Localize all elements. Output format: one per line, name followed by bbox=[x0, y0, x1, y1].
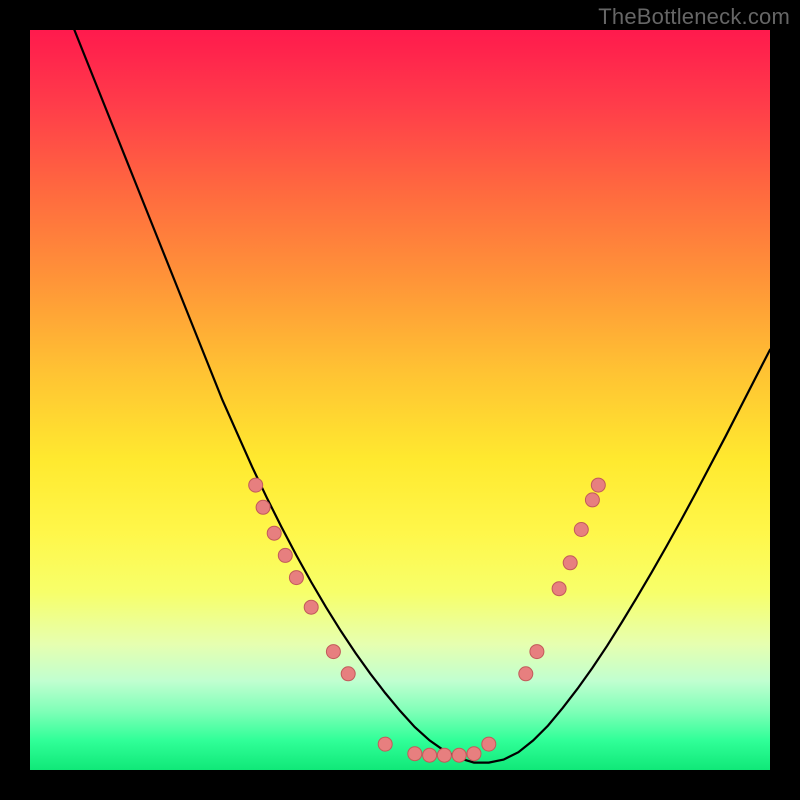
data-point bbox=[585, 493, 599, 507]
data-point bbox=[591, 478, 605, 492]
data-point bbox=[378, 737, 392, 751]
data-point bbox=[341, 667, 355, 681]
data-point bbox=[552, 582, 566, 596]
data-point bbox=[304, 600, 318, 614]
data-point bbox=[467, 747, 481, 761]
data-point bbox=[278, 548, 292, 562]
data-point bbox=[423, 748, 437, 762]
chart-frame: TheBottleneck.com bbox=[0, 0, 800, 800]
data-point bbox=[249, 478, 263, 492]
data-point bbox=[437, 748, 451, 762]
watermark-label: TheBottleneck.com bbox=[598, 4, 790, 30]
data-point bbox=[289, 571, 303, 585]
data-point bbox=[326, 645, 340, 659]
data-point bbox=[574, 523, 588, 537]
bottleneck-curve bbox=[74, 30, 770, 763]
data-point bbox=[519, 667, 533, 681]
data-point bbox=[408, 747, 422, 761]
data-point bbox=[256, 500, 270, 514]
data-point bbox=[482, 737, 496, 751]
data-point bbox=[563, 556, 577, 570]
data-point bbox=[530, 645, 544, 659]
data-point bbox=[452, 748, 466, 762]
plot-area bbox=[30, 30, 770, 770]
chart-svg bbox=[30, 30, 770, 770]
data-point bbox=[267, 526, 281, 540]
